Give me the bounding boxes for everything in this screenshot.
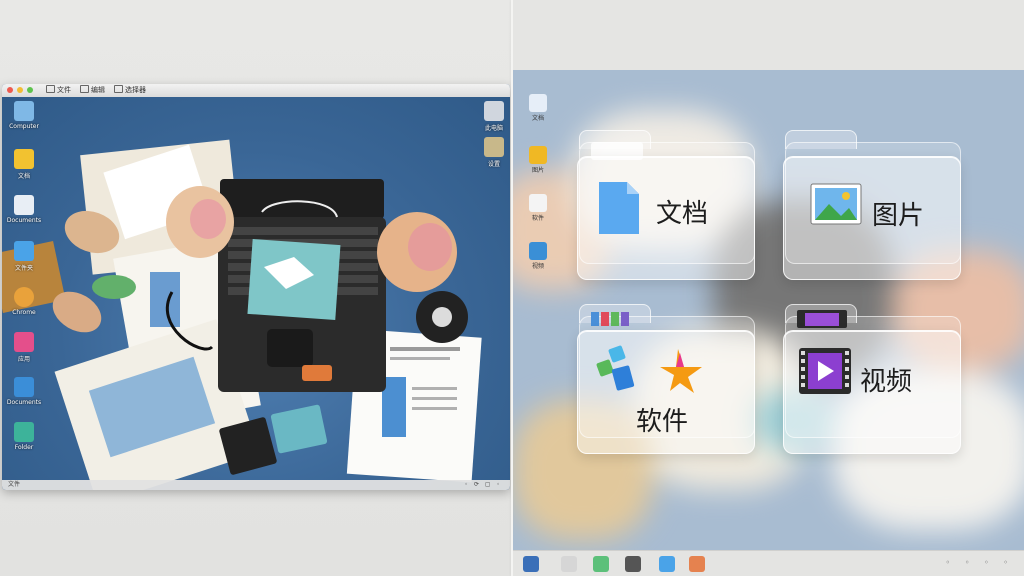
taskbar: ◦ ◦ ◦ ◦ <box>513 550 1024 576</box>
folder-icon <box>14 377 34 397</box>
video-icon <box>797 310 847 328</box>
folder-title: 软件 <box>636 407 689 437</box>
video-icon <box>799 348 851 394</box>
file-icon <box>46 85 55 93</box>
desktop-icon-chrome[interactable]: Chrome <box>4 287 44 316</box>
folder-software[interactable]: 软件 <box>577 304 755 456</box>
folder-title: 文档 <box>656 199 709 229</box>
photos-icon[interactable] <box>689 556 705 572</box>
comparison-stage: 文件 编辑 选择器 Computer 文档 Documents 文件夹 Chro… <box>0 0 1024 576</box>
menu-item-edit[interactable]: 编辑 <box>80 85 105 96</box>
system-tray[interactable]: ◦ ◦ ◦ ◦ <box>945 558 1014 567</box>
maximize-button[interactable] <box>27 87 33 93</box>
apps-icon <box>591 312 629 326</box>
folder-icon <box>14 241 34 261</box>
app-icon <box>14 332 34 352</box>
trash-icon <box>484 101 504 121</box>
desktop-icon-documents-2[interactable]: Documents <box>4 377 44 406</box>
folder-title: 图片 <box>872 201 925 231</box>
apps-icon <box>596 345 702 393</box>
document-icon <box>14 149 34 169</box>
image-icon <box>810 183 862 225</box>
pin-icon[interactable] <box>561 556 577 572</box>
close-button[interactable] <box>7 87 13 93</box>
cluttered-desktop-panel: 文件 编辑 选择器 Computer 文档 Documents 文件夹 Chro… <box>0 0 512 576</box>
menu-item-file[interactable]: 文件 <box>46 85 71 96</box>
desktop-icon-this-pc[interactable]: 此电脑 <box>474 101 510 132</box>
desktop-wallpaper: Computer 文档 Documents 文件夹 Chrome 应用 Docu… <box>2 97 510 490</box>
document-icon <box>599 182 639 234</box>
edit-icon <box>80 85 89 93</box>
chrome-icon <box>14 287 34 307</box>
sidebar-item-software[interactable]: 软件 <box>523 194 553 222</box>
sidebar-item-images[interactable]: 图片 <box>523 146 553 174</box>
menu-item-picker[interactable]: 选择器 <box>114 85 146 96</box>
gear-icon <box>484 137 504 157</box>
book-icon <box>14 422 34 442</box>
folder-icon[interactable] <box>659 556 675 572</box>
desktop-icon-docs-cn[interactable]: 文档 <box>4 149 44 180</box>
document-icon <box>14 195 34 215</box>
minimize-button[interactable] <box>17 87 23 93</box>
desktop-icon-apps[interactable]: 应用 <box>4 332 44 363</box>
video-icon <box>529 242 547 260</box>
monitor-icon[interactable] <box>593 556 609 572</box>
desktop-icon-folder-cn[interactable]: 文件夹 <box>4 241 44 272</box>
folder-title: 视频 <box>860 367 913 397</box>
folder-documents[interactable]: 文档 <box>577 130 755 282</box>
window-icon[interactable] <box>625 556 641 572</box>
desktop-icon-settings[interactable]: 设置 <box>474 137 510 168</box>
apps-icon <box>529 194 547 212</box>
desktop-icon-documents[interactable]: Documents <box>4 195 44 224</box>
desktop-icon-folder[interactable]: Folder <box>4 422 44 451</box>
sidebar-item-documents[interactable]: 文档 <box>523 94 553 122</box>
sidebar-item-videos[interactable]: 视频 <box>523 242 553 270</box>
desktop-window: 文件 编辑 选择器 Computer 文档 Documents 文件夹 Chro… <box>2 84 510 490</box>
window-statusbar: 文件 ◦ ⟳ ▢ ◦ <box>2 480 510 490</box>
clutter-photo <box>2 139 482 490</box>
document-icon <box>529 94 547 112</box>
window-titlebar: 文件 编辑 选择器 <box>2 84 510 98</box>
organized-desktop-panel: 文档 图片 软件 视频 文档 图片 软件 视频 ◦ ◦ ◦ ◦ <box>513 0 1024 576</box>
folder-images[interactable]: 图片 <box>783 130 961 282</box>
folder-videos[interactable]: 视频 <box>783 304 961 456</box>
desktop-icon-computer[interactable]: Computer <box>4 101 44 130</box>
start-icon[interactable] <box>523 556 539 572</box>
picker-icon <box>114 85 123 93</box>
computer-icon <box>14 101 34 121</box>
image-icon <box>529 146 547 164</box>
